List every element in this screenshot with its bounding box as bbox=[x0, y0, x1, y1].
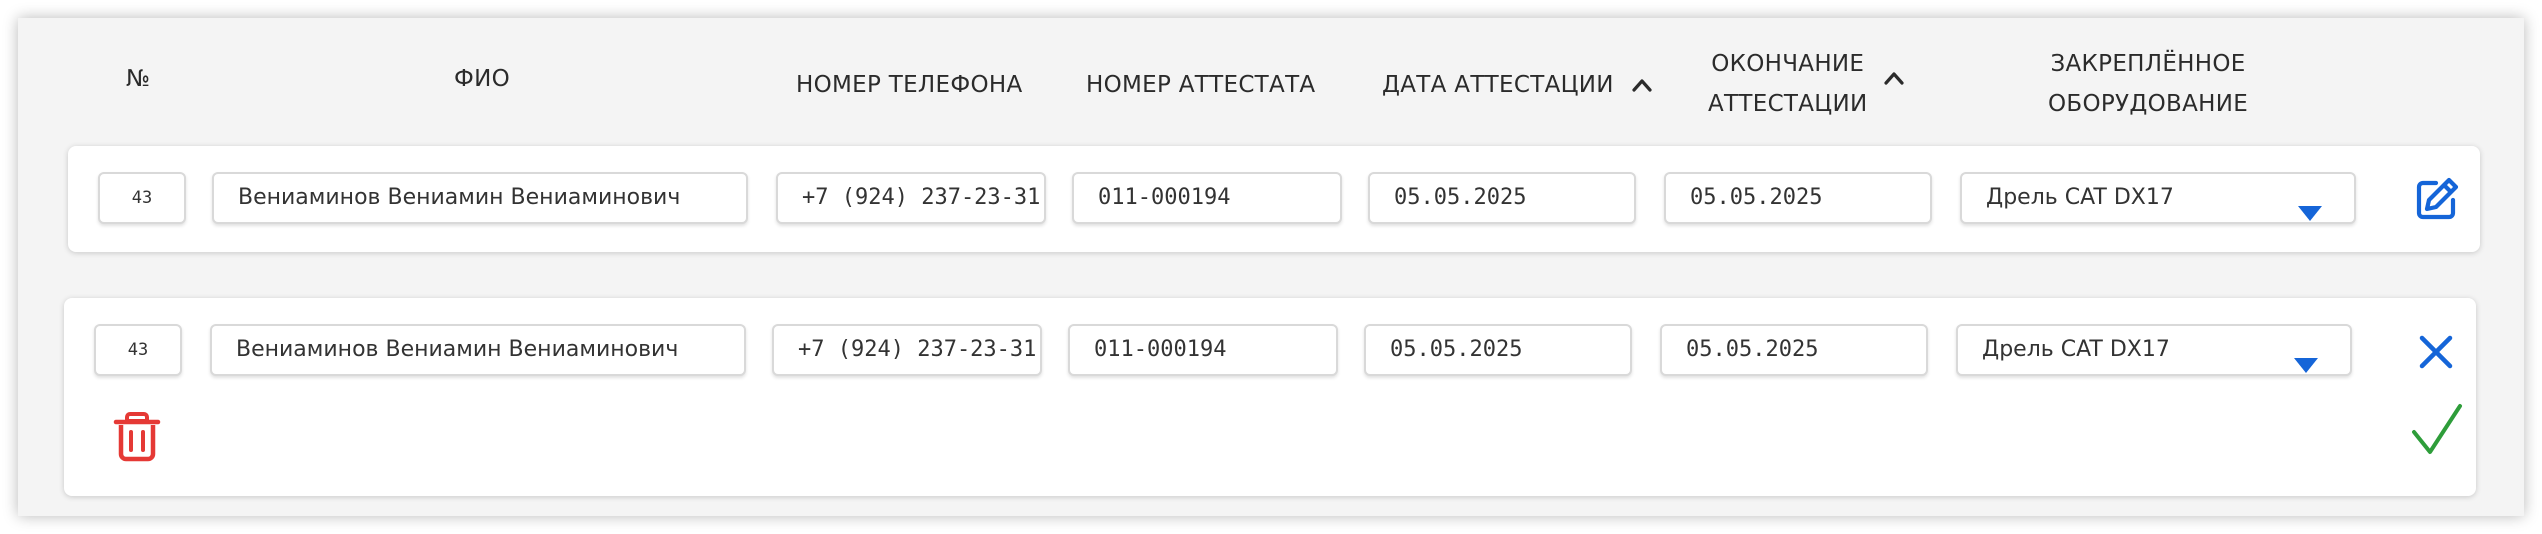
equipment-value: Дрель CAT DX17 bbox=[1986, 185, 2174, 210]
header-num-label: № bbox=[126, 66, 151, 92]
cert-end-field[interactable]: 05.05.2025 bbox=[1664, 172, 1932, 224]
cert-date-field[interactable]: 05.05.2025 bbox=[1368, 172, 1636, 224]
header-cert-date-label: ДАТА АТТЕСТАЦИИ bbox=[1382, 72, 1614, 98]
chevron-up-icon[interactable] bbox=[1883, 70, 1905, 90]
header-equipment: ЗАКРЕПЛЁННОЕ ОБОРУДОВАНИЕ bbox=[2048, 44, 2248, 124]
cert-number-field[interactable]: 011-000194 bbox=[1072, 172, 1342, 224]
table-row-editing: 43 Вениаминов Вениамин Вениаминович +7 (… bbox=[64, 298, 2476, 496]
header-cert-number-label: НОМЕР АТТЕСТАТА bbox=[1086, 72, 1316, 98]
chevron-up-icon[interactable] bbox=[1631, 67, 1653, 105]
equipment-value: Дрель CAT DX17 bbox=[1982, 337, 2170, 362]
phone-field[interactable]: +7 (924) 237-23-31 bbox=[772, 324, 1042, 376]
close-icon[interactable] bbox=[2418, 334, 2454, 374]
header-equipment-label-2: ОБОРУДОВАНИЕ bbox=[2048, 91, 2249, 117]
header-cert-end-label-2: АТТЕСТАЦИИ bbox=[1708, 91, 1868, 117]
num-field[interactable]: 43 bbox=[94, 324, 182, 376]
triangle-down-icon bbox=[2294, 344, 2318, 374]
header-cert-date[interactable]: ДАТА АТТЕСТАЦИИ bbox=[1382, 66, 1653, 105]
header-fio: ФИО bbox=[454, 60, 510, 98]
num-field[interactable]: 43 bbox=[98, 172, 186, 224]
header-equipment-label-1: ЗАКРЕПЛЁННОЕ bbox=[2050, 51, 2246, 77]
triangle-down-icon bbox=[2298, 192, 2322, 222]
header-cert-end[interactable]: ОКОНЧАНИЕ АТТЕСТАЦИИ bbox=[1708, 44, 1867, 124]
fio-field[interactable]: Вениаминов Вениамин Вениаминович bbox=[212, 172, 748, 224]
edit-icon[interactable] bbox=[2414, 176, 2460, 226]
header-fio-label: ФИО bbox=[454, 66, 511, 92]
header-cert-number: НОМЕР АТТЕСТАТА bbox=[1086, 66, 1315, 104]
check-icon[interactable] bbox=[2410, 402, 2464, 462]
header-phone: НОМЕР ТЕЛЕФОНА bbox=[796, 66, 1023, 104]
phone-field[interactable]: +7 (924) 237-23-31 bbox=[776, 172, 1046, 224]
header-phone-label: НОМЕР ТЕЛЕФОНА bbox=[796, 72, 1023, 98]
table-row: 43 Вениаминов Вениамин Вениаминович +7 (… bbox=[68, 146, 2480, 252]
equipment-select[interactable]: Дрель CAT DX17 bbox=[1956, 324, 2352, 376]
equipment-select[interactable]: Дрель CAT DX17 bbox=[1960, 172, 2356, 224]
cert-end-field[interactable]: 05.05.2025 bbox=[1660, 324, 1928, 376]
fio-field[interactable]: Вениаминов Вениамин Вениаминович bbox=[210, 324, 746, 376]
cert-date-field[interactable]: 05.05.2025 bbox=[1364, 324, 1632, 376]
table-panel: № ФИО НОМЕР ТЕЛЕФОНА НОМЕР АТТЕСТАТА ДАТ… bbox=[18, 18, 2524, 516]
header-cert-end-label-1: ОКОНЧАНИЕ bbox=[1711, 51, 1865, 77]
header-num: № bbox=[126, 60, 150, 98]
cert-number-field[interactable]: 011-000194 bbox=[1068, 324, 1338, 376]
trash-icon[interactable] bbox=[112, 410, 162, 466]
